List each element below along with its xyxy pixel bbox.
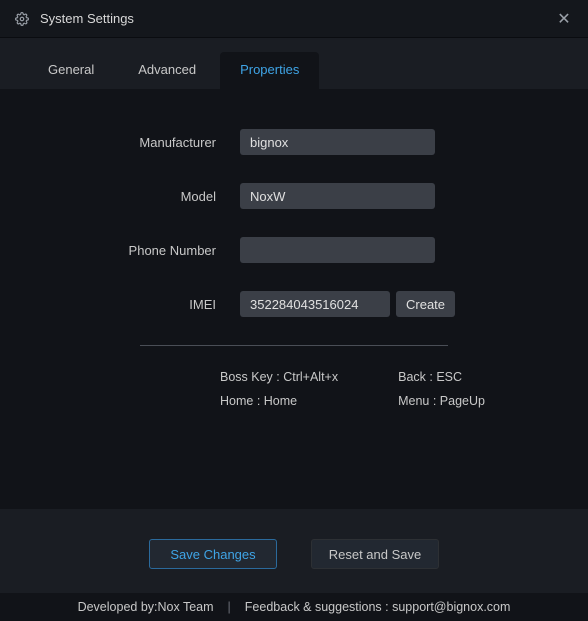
shortcut-back: Back : ESC xyxy=(398,370,485,384)
footer-separator: | xyxy=(228,600,231,614)
divider xyxy=(140,345,448,346)
tabs: General Advanced Properties xyxy=(0,38,588,89)
label-phone: Phone Number xyxy=(40,243,240,258)
shortcut-menu: Menu : PageUp xyxy=(398,394,485,408)
footer-feedback: Feedback & suggestions : support@bignox.… xyxy=(245,600,511,614)
reset-button[interactable]: Reset and Save xyxy=(311,539,439,569)
tab-general[interactable]: General xyxy=(28,52,114,89)
shortcut-col-right: Back : ESC Menu : PageUp xyxy=(398,370,485,408)
input-imei[interactable] xyxy=(240,291,390,317)
row-imei: IMEI Create xyxy=(40,291,548,317)
gear-icon xyxy=(14,11,30,27)
input-manufacturer[interactable] xyxy=(240,129,435,155)
label-imei: IMEI xyxy=(40,297,240,312)
label-manufacturer: Manufacturer xyxy=(40,135,240,150)
row-model: Model xyxy=(40,183,548,209)
window-title: System Settings xyxy=(40,11,554,26)
shortcut-home: Home : Home xyxy=(220,394,338,408)
footer-developed: Developed by:Nox Team xyxy=(78,600,214,614)
close-icon[interactable]: ✕ xyxy=(554,9,574,29)
footer: Developed by:Nox Team | Feedback & sugge… xyxy=(0,593,588,621)
save-button[interactable]: Save Changes xyxy=(149,539,277,569)
panel-properties: Manufacturer Model Phone Number IMEI Cre… xyxy=(0,89,588,509)
row-phone: Phone Number xyxy=(40,237,548,263)
shortcut-bosskey: Boss Key : Ctrl+Alt+x xyxy=(220,370,338,384)
input-phone[interactable] xyxy=(240,237,435,263)
shortcut-col-left: Boss Key : Ctrl+Alt+x Home : Home xyxy=(220,370,338,408)
input-model[interactable] xyxy=(240,183,435,209)
tab-properties[interactable]: Properties xyxy=(220,52,319,89)
shortcuts: Boss Key : Ctrl+Alt+x Home : Home Back :… xyxy=(40,370,548,408)
row-manufacturer: Manufacturer xyxy=(40,129,548,155)
tab-advanced[interactable]: Advanced xyxy=(118,52,216,89)
bottom-buttons: Save Changes Reset and Save xyxy=(0,539,588,593)
label-model: Model xyxy=(40,189,240,204)
titlebar: System Settings ✕ xyxy=(0,0,588,38)
create-button[interactable]: Create xyxy=(396,291,455,317)
